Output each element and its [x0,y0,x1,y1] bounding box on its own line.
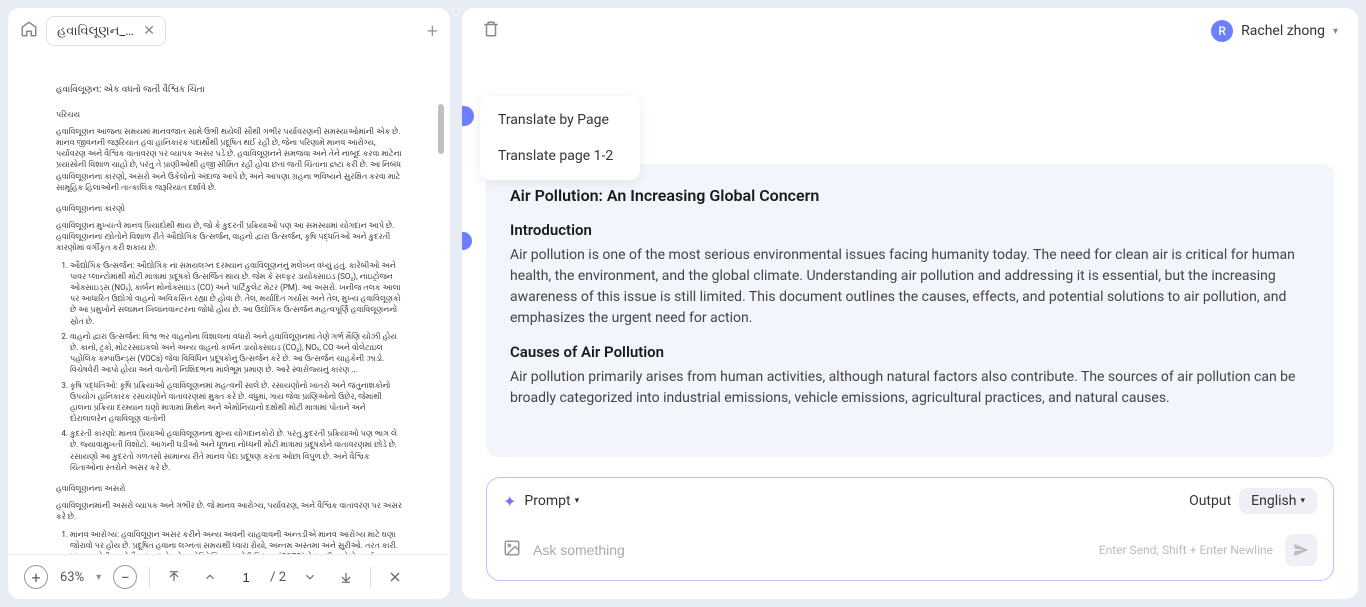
zoom-level: 63% [60,570,84,585]
effects-list: માનવ આરોગ્ય: હવાવિલૂણન અસર કરીને અન્ય અવ… [56,529,402,554]
pdf-toolbar: + 63% ▾ − / 2 [8,554,450,599]
section-paragraph: હવાવિલૂણન આજના સમયમાં માનવજાત સામે ઉભી થ… [56,126,402,193]
send-button[interactable] [1285,534,1317,566]
translate-menu: Translate by Page Translate page 1-2 [480,96,640,180]
chevron-down-icon: ▾ [575,496,580,506]
section-paragraph: હવાવિલૂણન મુખ્યત્વે માનવ પ્રિયાદોથી થાય … [56,220,402,254]
section-heading: પરિચય [56,109,402,120]
menu-translate-by-page[interactable]: Translate by Page [480,102,640,138]
separator [370,567,371,587]
causes-list: ઔદ્યોગિક ઉત્સર્જન: ઔદ્યોગિક ના સમયલગ્ન દ… [56,260,402,473]
document-panel: હવાવિલૂણન_એ... ✕ + હવાવિલૂણન: એક વધતો જત… [8,8,450,599]
close-toolbar-button[interactable] [383,565,407,589]
menu-translate-range[interactable]: Translate page 1-2 [480,138,640,174]
separator [149,567,150,587]
output-language-selector[interactable]: English ▾ [1239,488,1317,514]
next-page-button[interactable] [298,565,322,589]
section-heading: હવાવિલૂણનના કારણો [56,203,402,214]
prompt-header: ✦ Prompt ▾ Output English ▾ [487,478,1333,524]
result-title: Air Pollution: An Increasing Global Conc… [510,186,1310,205]
input-hint: Enter Send; Shift + Enter Newline [1099,543,1273,557]
result-heading: Causes of Air Pollution [510,343,1310,361]
user-menu[interactable]: R Rachel zhong ▾ [1211,20,1338,42]
output-label: Output [1189,493,1231,509]
prompt-input[interactable] [533,542,1087,558]
close-icon[interactable]: ✕ [143,23,155,39]
list-item: વાહનો દ્વારા ઉત્સર્જન: વિશ્વ ભર વાહનોના … [70,331,402,376]
result-paragraph: Air pollution is one of the most serious… [510,245,1310,329]
list-item: કુદરતી કારણો: માનવ પ્રિયાઓ હવાવિલૂણનના મ… [70,428,402,473]
zoom-in-button[interactable]: + [24,565,48,589]
document-tab[interactable]: હવાવિલૂણન_એ... ✕ [46,16,166,46]
prev-page-button[interactable] [198,565,222,589]
home-icon[interactable] [20,20,38,42]
result-paragraph: Air pollution primarily arises from huma… [510,367,1310,409]
prompt-input-row: Enter Send; Shift + Enter Newline [487,524,1333,580]
page-total: / 2 [270,570,286,585]
chevron-down-icon: ▾ [1300,496,1305,506]
trash-icon[interactable] [482,20,500,42]
list-item: ઔદ્યોગિક ઉત્સર્જન: ઔદ્યોગિક ના સમયલગ્ન દ… [70,260,402,327]
translation-panel: R Rachel zhong ▾ Translate by Page Trans… [462,8,1358,599]
panel-header: R Rachel zhong ▾ [462,8,1358,54]
document-page: હવાવિલૂણન: એક વધતો જતી વૈશ્વિક ચિંતા પરિ… [32,54,426,554]
zoom-out-button[interactable]: − [113,565,137,589]
avatar: R [1211,20,1233,42]
first-page-button[interactable] [162,565,186,589]
user-name: Rachel zhong [1241,23,1325,39]
list-item: કૃષિ પદ્ધતિઓ: કૃષિ પ્રક્રિયાઓ હવાવિલૂણનમ… [70,380,402,425]
doc-title: હવાવિલૂણન: એક વધતો જતી વૈશ્વિક ચિંતા [56,84,402,97]
result-heading: Introduction [510,221,1310,239]
section-heading: હવાવિલૂણનના અસરો [56,483,402,494]
section-paragraph: હવાવિલૂણનમાંની અસરો વ્યાપક અને ગંભીર છે.… [56,500,402,522]
image-icon[interactable] [503,539,521,561]
result-card: Air Pollution: An Increasing Global Conc… [486,164,1334,457]
sparkle-icon: ✦ [503,492,516,511]
add-tab-button[interactable]: + [427,19,438,43]
prompt-type-selector[interactable]: Prompt ▾ [524,493,579,509]
page-number-input[interactable] [234,570,258,585]
document-viewer: હવાવિલૂણન: એક વધતો જતી વૈશ્વિક ચિંતા પરિ… [8,54,450,554]
zoom-dropdown-icon[interactable]: ▾ [96,572,101,583]
chevron-down-icon: ▾ [1333,26,1338,37]
tab-label: હવાવિલૂણન_એ... [57,24,135,39]
list-item: માનવ આરોગ્ય: હવાવિલૂણન અસર કરીને અન્ય અવ… [70,529,402,554]
scrollbar-thumb[interactable] [438,104,444,154]
prompt-box: ✦ Prompt ▾ Output English ▾ Enter Send; … [486,477,1334,581]
tab-bar: હવાવિલૂણન_એ... ✕ + [8,8,450,54]
last-page-button[interactable] [334,565,358,589]
